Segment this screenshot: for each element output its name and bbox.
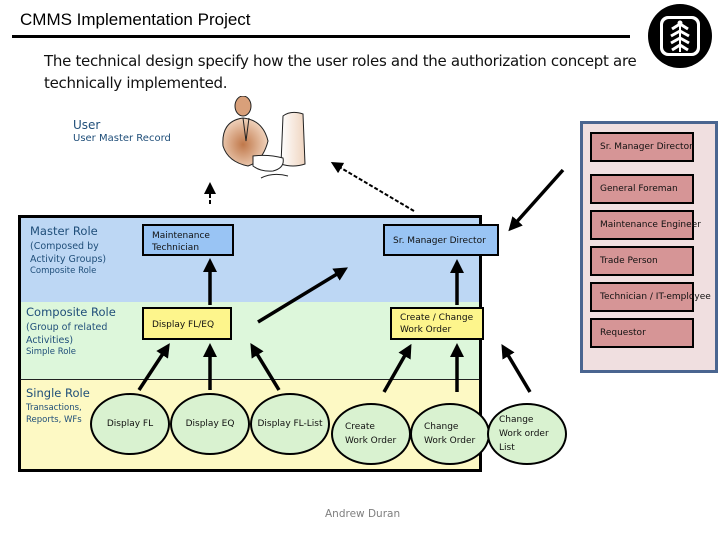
arrow-display-fleq-to-sr-manager: [257, 267, 348, 324]
arrow-create-wo-to-create-change-wo: [382, 343, 412, 393]
arrow-display-fl-to-display-fleq: [137, 343, 170, 391]
arrow-display-fl-list-to-display-fleq: [250, 343, 281, 391]
arrow-change-wo-list-to-create-change-wo: [501, 343, 532, 393]
arrow-jobtitle-to-master-role: [508, 168, 565, 232]
author-footer: Andrew Duran: [325, 508, 401, 520]
connector-arrows: [137, 161, 565, 393]
dashed-arrow-jobtitle-to-user: [330, 161, 415, 212]
